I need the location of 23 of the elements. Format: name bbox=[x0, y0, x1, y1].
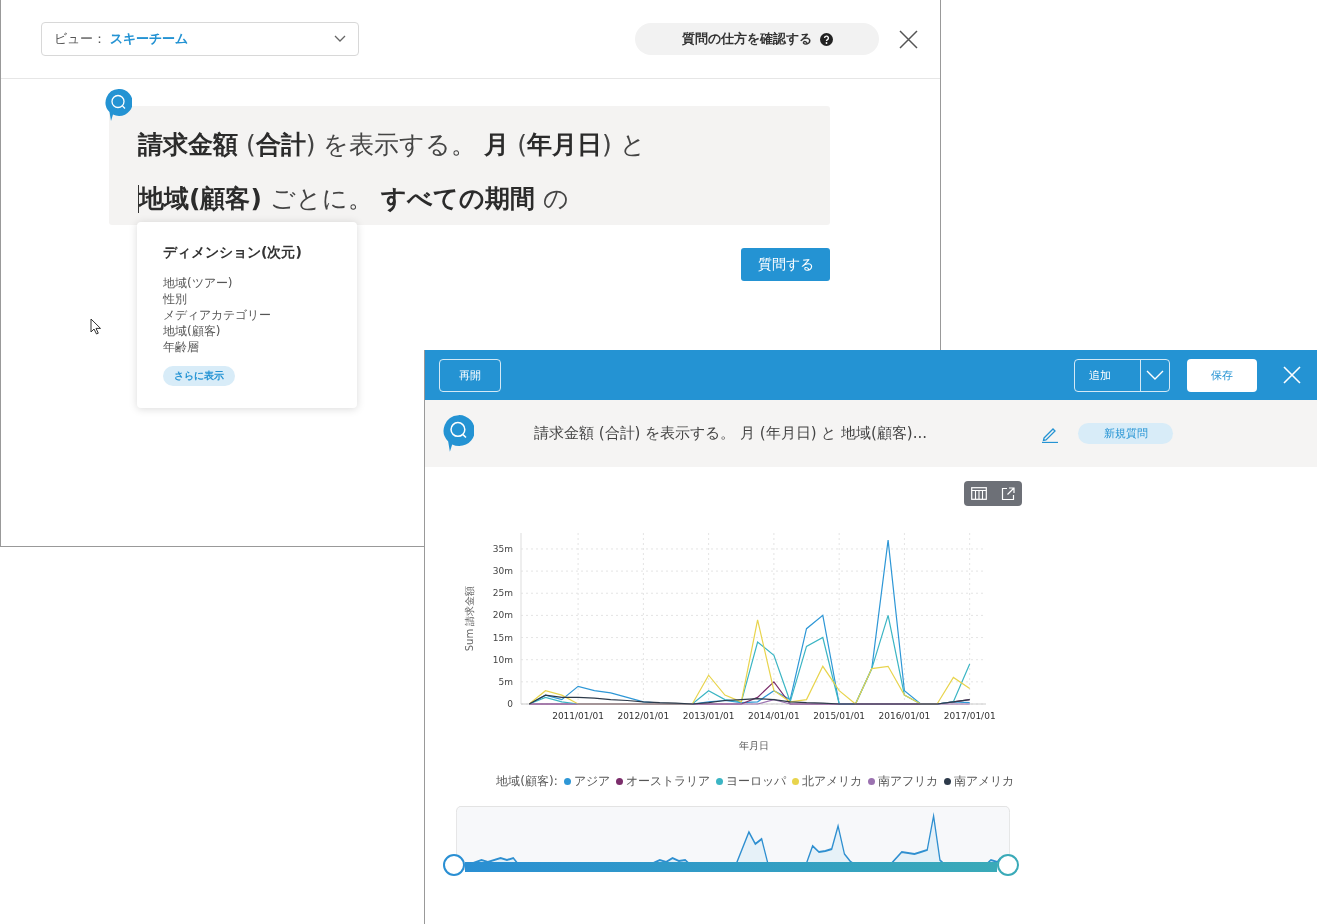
y-tick-label: 35m bbox=[492, 543, 513, 554]
x-tick-label: 2017/01/01 bbox=[943, 711, 996, 721]
y-tick-label: 5m bbox=[498, 676, 513, 687]
y-tick-label: 20m bbox=[492, 610, 513, 621]
y-tick-label: 25m bbox=[492, 588, 513, 599]
y-tick-label: 0 bbox=[507, 699, 513, 709]
legend-title: 地域(顧客): bbox=[496, 773, 558, 790]
x-tick-label: 2011/01/01 bbox=[552, 711, 605, 721]
y-tick-label: 10m bbox=[492, 654, 513, 665]
x-tick-label: 2013/01/01 bbox=[682, 711, 735, 721]
x-tick-label: 2012/01/01 bbox=[617, 711, 670, 721]
x-tick-label: 2014/01/01 bbox=[747, 711, 800, 721]
popup-title: ディメンション(次元) bbox=[163, 244, 303, 262]
status-badge: 新規質問 bbox=[1078, 423, 1173, 444]
y-tick-label: 15m bbox=[492, 632, 513, 643]
x-tick-label: 2016/01/01 bbox=[878, 711, 931, 721]
query-summary: 請求金額 (合計) を表示する。 月 (年月日) と 地域(顧客)... bbox=[534, 424, 929, 443]
y-axis-title: Sum 請求金額 bbox=[464, 585, 475, 652]
y-tick-label: 30m bbox=[492, 566, 513, 577]
query-text: 地域(顧客) ごとに。 すべての期間 の bbox=[139, 183, 569, 215]
x-axis-title: 年月日 bbox=[738, 740, 769, 751]
query-text: 請求金額 (合計) を表示する。 月 (年月日) と bbox=[138, 129, 646, 161]
x-tick-label: 2015/01/01 bbox=[813, 711, 866, 721]
